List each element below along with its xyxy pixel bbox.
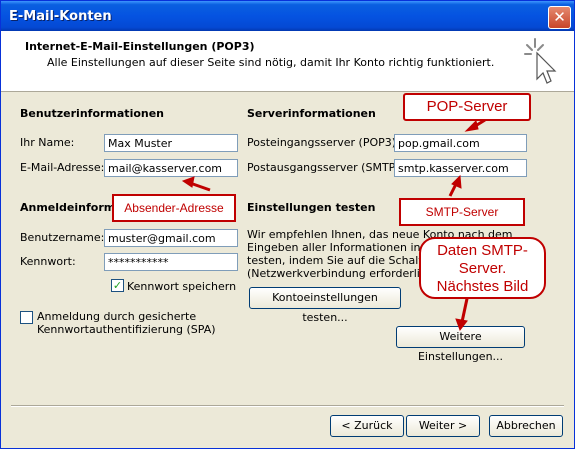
sender-address-annotation: Absender-Adresse: [112, 194, 236, 222]
email-label: E-Mail-Adresse:: [20, 161, 105, 174]
more-settings-button[interactable]: Weitere Einstellungen...: [396, 326, 525, 363]
remember-password-label: Kennwort speichern: [127, 280, 237, 293]
user-info-heading: Benutzerinformationen: [20, 107, 165, 120]
header-title: Internet-E-Mail-Einstellungen (POP3): [25, 40, 255, 53]
password-field[interactable]: ***********: [104, 253, 238, 271]
remember-password-checkbox[interactable]: ✓: [111, 279, 124, 292]
footer-divider: [11, 405, 564, 407]
smtp-data-line3: Nächstes Bild: [436, 278, 529, 295]
username-field[interactable]: muster@gmail.com: [104, 229, 238, 247]
spa-label-line2: Kennwortauthentifizierung (SPA): [37, 323, 216, 336]
next-button[interactable]: Weiter >: [406, 415, 480, 437]
close-button[interactable]: ✕: [548, 6, 571, 29]
server-info-heading: Serverinformationen: [247, 107, 376, 120]
test-text-line2: Eingeben aller Informationen in die: [247, 241, 441, 254]
outgoing-server-label: Postausgangsserver (SMTP):: [247, 161, 404, 174]
smtp-data-annotation: Daten SMTP- Server. Nächstes Bild: [419, 237, 546, 299]
window-title: E-Mail-Konten: [9, 9, 112, 24]
email-field[interactable]: mail@kasserver.com: [104, 159, 238, 177]
header-subtitle: Alle Einstellungen auf dieser Seite sind…: [47, 56, 495, 69]
password-label: Kennwort:: [20, 255, 76, 268]
checkmark-icon: ✓: [112, 279, 123, 292]
pop-server-annotation: POP-Server: [403, 93, 531, 121]
incoming-server-field[interactable]: pop.gmail.com: [394, 134, 527, 152]
smtp-server-annotation: SMTP-Server: [399, 198, 525, 226]
test-text-line4: (Netzwerkverbindung erforderlich).: [247, 267, 441, 280]
name-label: Ihr Name:: [20, 136, 75, 149]
login-info-heading: Anmeldeinforma: [20, 201, 123, 214]
test-text-line3: testen, indem Sie auf die Schaltflä: [247, 254, 437, 267]
title-bar[interactable]: E-Mail-Konten ✕: [1, 1, 574, 31]
spa-label-line1: Anmeldung durch gesicherte: [37, 310, 197, 323]
dialog-header: Internet-E-Mail-Einstellungen (POP3) All…: [1, 31, 574, 92]
smtp-data-line1: Daten SMTP-: [437, 242, 528, 259]
test-account-settings-button[interactable]: Kontoeinstellungen testen...: [249, 287, 401, 324]
test-settings-heading: Einstellungen testen: [247, 201, 376, 214]
back-button[interactable]: < Zurück: [330, 415, 404, 437]
cancel-button[interactable]: Abbrechen: [489, 415, 563, 437]
incoming-server-label: Posteingangsserver (POP3):: [247, 136, 400, 149]
username-label: Benutzername:: [20, 231, 105, 244]
smtp-data-line2: Server.: [458, 260, 507, 277]
outgoing-server-field[interactable]: smtp.kasserver.com: [394, 159, 527, 177]
spa-checkbox[interactable]: [20, 311, 33, 324]
cursor-sparkle-icon: [524, 38, 557, 84]
name-field[interactable]: Max Muster: [104, 134, 238, 152]
